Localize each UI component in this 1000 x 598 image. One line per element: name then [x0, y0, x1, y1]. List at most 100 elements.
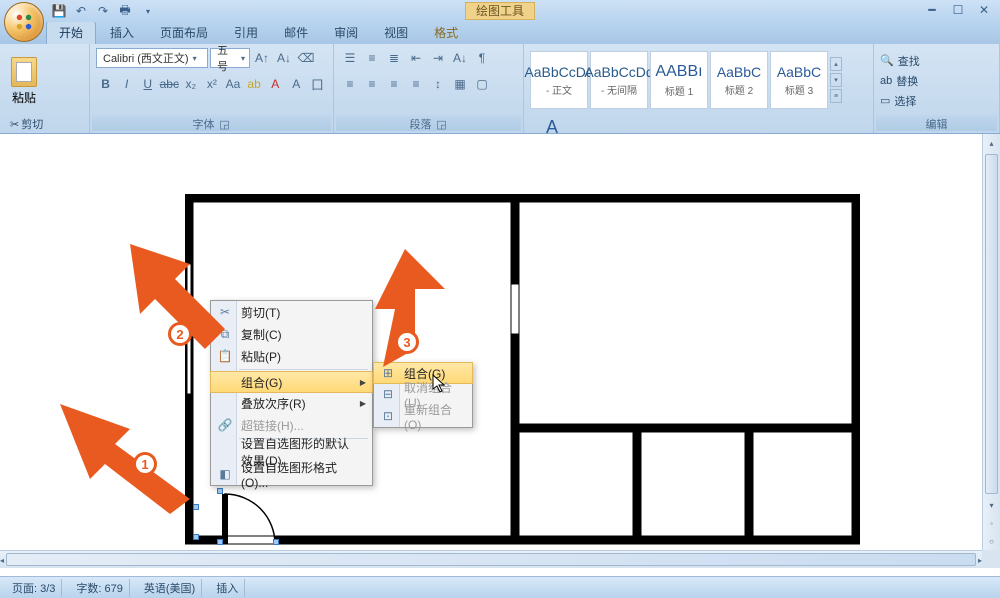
tab-insert[interactable]: 插入: [98, 22, 146, 44]
borders-button[interactable]: ▢: [472, 74, 492, 94]
window-minimize-button[interactable]: ━: [920, 2, 944, 18]
selection-handle[interactable]: [217, 539, 223, 545]
selection-handle[interactable]: [193, 534, 199, 540]
show-marks-button[interactable]: ¶: [472, 48, 492, 68]
find-button[interactable]: 🔍查找: [880, 53, 920, 69]
increase-indent-button[interactable]: ⇥: [428, 48, 448, 68]
replace-button[interactable]: ab替换: [880, 73, 920, 89]
subscript-button[interactable]: x₂: [181, 74, 200, 94]
status-page[interactable]: 页面: 3/3: [6, 579, 62, 597]
window-close-button[interactable]: ✕: [972, 2, 996, 18]
scroll-thumb[interactable]: [6, 553, 976, 566]
sort-button[interactable]: A↓: [450, 48, 470, 68]
ribbon: 粘贴 ✂剪切 ⧉复制 🖌格式刷 剪贴板◲ Calibri (西文正文)▾ 五号▾…: [0, 44, 1000, 134]
char-border-button[interactable]: 囗: [308, 74, 327, 94]
ctx-sub-regroup: ⊡重新组合(O): [374, 405, 472, 427]
paste-button[interactable]: 粘贴: [6, 48, 42, 114]
font-color-button[interactable]: A: [266, 74, 285, 94]
strikethrough-button[interactable]: abc: [159, 74, 179, 94]
status-language[interactable]: 英语(美国): [138, 579, 202, 597]
qat-save-icon[interactable]: 💾: [50, 2, 68, 20]
style-item[interactable]: AaBbCcDd- 无间隔: [590, 51, 648, 109]
decrease-indent-button[interactable]: ⇤: [406, 48, 426, 68]
tab-mailings[interactable]: 邮件: [272, 22, 320, 44]
multilevel-button[interactable]: ≣: [384, 48, 404, 68]
browse-object-button[interactable]: ○: [983, 532, 1000, 550]
selection-handle[interactable]: [273, 539, 279, 545]
style-label: 标题 3: [785, 82, 813, 97]
selection-handle[interactable]: [217, 488, 223, 494]
office-button[interactable]: [4, 2, 44, 42]
status-mode[interactable]: 插入: [210, 579, 245, 597]
select-button[interactable]: ▭选择: [880, 93, 920, 109]
style-item[interactable]: AaBbC标题 2: [710, 51, 768, 109]
ctx-format-shape[interactable]: ◧设置自选图形格式(O)...: [211, 463, 372, 485]
font-name-combo[interactable]: Calibri (西文正文)▾: [96, 48, 208, 68]
style-item[interactable]: AaBbC标题 3: [770, 51, 828, 109]
tab-format[interactable]: 格式: [422, 22, 470, 44]
clear-formatting-button[interactable]: ⌫: [296, 48, 316, 68]
group-paragraph-label: 段落: [410, 116, 432, 132]
status-words[interactable]: 字数: 679: [70, 579, 129, 597]
change-case-button[interactable]: Aa: [223, 74, 242, 94]
grow-font-button[interactable]: A↑: [252, 48, 272, 68]
find-label: 查找: [898, 53, 920, 69]
bullets-button[interactable]: ☰: [340, 48, 360, 68]
style-label: 标题 1: [665, 83, 693, 98]
window-maximize-button[interactable]: ☐: [946, 2, 970, 18]
gallery-down-button[interactable]: ▾: [830, 73, 842, 87]
dialog-launcher-icon[interactable]: ◲: [436, 118, 448, 130]
numbering-button[interactable]: ≡: [362, 48, 382, 68]
bold-button[interactable]: B: [96, 74, 115, 94]
gallery-up-button[interactable]: ▴: [830, 57, 842, 71]
font-size-combo[interactable]: 五号▾: [210, 48, 250, 68]
prev-page-button[interactable]: ◦: [983, 514, 1000, 532]
style-label: - 正文: [546, 82, 572, 97]
qat-redo-icon[interactable]: ↷: [94, 2, 112, 20]
scroll-thumb[interactable]: [985, 154, 998, 494]
tab-review[interactable]: 审阅: [322, 22, 370, 44]
group-font-label: 字体: [193, 116, 215, 132]
format-icon: ◧: [215, 467, 235, 481]
group-paragraph: ☰ ≡ ≣ ⇤ ⇥ A↓ ¶ ≡ ≡ ≡ ≡ ↕ ▦ ▢ 段落 ◲: [334, 44, 524, 133]
document-area[interactable]: ✂剪切(T) ⧉复制(C) 📋粘贴(P) 组合(G)▶ 叠放次序(R)▶ 🔗超链…: [0, 134, 1000, 568]
qat-undo-icon[interactable]: ↶: [72, 2, 90, 20]
italic-button[interactable]: I: [117, 74, 136, 94]
scroll-left-button[interactable]: ◂: [0, 551, 4, 569]
ctx-cut-label: 剪切(T): [241, 304, 280, 321]
justify-button[interactable]: ≡: [406, 74, 426, 94]
qat-more-icon[interactable]: [138, 2, 156, 20]
ctx-order[interactable]: 叠放次序(R)▶: [211, 392, 372, 414]
superscript-button[interactable]: x²: [202, 74, 221, 94]
vertical-scrollbar[interactable]: ▴ ▾ ◦ ○ ◦: [982, 134, 1000, 568]
tab-view[interactable]: 视图: [372, 22, 420, 44]
align-right-button[interactable]: ≡: [384, 74, 404, 94]
shading-button[interactable]: ▦: [450, 74, 470, 94]
highlight-button[interactable]: ab: [245, 74, 264, 94]
tab-references[interactable]: 引用: [222, 22, 270, 44]
scroll-up-button[interactable]: ▴: [983, 134, 1000, 152]
line-spacing-button[interactable]: ↕: [428, 74, 448, 94]
annotation-marker-1: 1: [133, 452, 157, 476]
horizontal-scrollbar[interactable]: ◂ ▸: [0, 550, 982, 568]
qat-print-icon[interactable]: 🖶: [116, 2, 134, 20]
style-item[interactable]: AABBı标题 1: [650, 51, 708, 109]
cut-button[interactable]: ✂剪切: [10, 116, 59, 132]
tab-layout[interactable]: 页面布局: [148, 22, 220, 44]
align-left-button[interactable]: ≡: [340, 74, 360, 94]
dialog-launcher-icon[interactable]: ◲: [219, 118, 231, 130]
paste-icon: [11, 57, 37, 87]
ctx-copy-label: 复制(C): [241, 326, 282, 343]
tab-home[interactable]: 开始: [46, 21, 96, 44]
gallery-more-button[interactable]: ≡: [830, 89, 842, 103]
char-shading-button[interactable]: A: [287, 74, 306, 94]
page-canvas[interactable]: ✂剪切(T) ⧉复制(C) 📋粘贴(P) 组合(G)▶ 叠放次序(R)▶ 🔗超链…: [0, 134, 1000, 568]
scroll-down-button[interactable]: ▾: [983, 496, 1000, 514]
styles-gallery[interactable]: AaBbCcDd- 正文 AaBbCcDd- 无间隔 AABBı标题 1 AaB…: [530, 48, 867, 112]
shrink-font-button[interactable]: A↓: [274, 48, 294, 68]
underline-button[interactable]: U: [138, 74, 157, 94]
ctx-group[interactable]: 组合(G)▶: [210, 371, 373, 393]
group-editing-label: 编辑: [926, 116, 948, 132]
align-center-button[interactable]: ≡: [362, 74, 382, 94]
style-item[interactable]: AaBbCcDd- 正文: [530, 51, 588, 109]
